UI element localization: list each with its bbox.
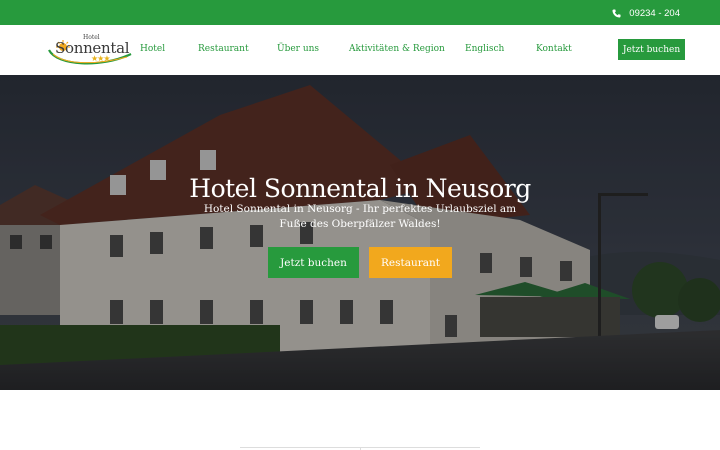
hotel-logo[interactable]: Hotel Sonnental ★★★ (47, 32, 137, 68)
phone-icon (612, 8, 621, 18)
phone-contact[interactable]: 09234 - 204 (612, 6, 680, 20)
book-now-nav-button[interactable]: Jetzt buchen (618, 39, 685, 60)
logo-stars: ★★★ (91, 54, 110, 63)
nav-item-englisch[interactable]: Englisch (465, 44, 504, 54)
hotel-building-photo (0, 75, 720, 390)
top-bar: 09234 - 204 (0, 0, 720, 25)
nav-item-hotel[interactable]: Hotel (140, 44, 165, 54)
nav-item-ueber-uns[interactable]: Über uns (277, 44, 319, 54)
hero-section: Hotel Sonnental in Neusorg Hotel Sonnent… (0, 75, 720, 390)
nav-item-aktivitaeten-region[interactable]: Aktivitäten & Region (349, 44, 445, 54)
hero-title: Hotel Sonnental in Neusorg (189, 174, 531, 203)
hero-subtitle: Hotel Sonnental in Neusorg - Ihr perfekt… (203, 203, 517, 230)
nav-item-kontakt[interactable]: Kontakt (536, 44, 572, 54)
restaurant-hero-button[interactable]: Restaurant (369, 247, 452, 278)
book-now-hero-button[interactable]: Jetzt buchen (268, 247, 359, 278)
content-section (0, 390, 720, 450)
phone-number: 09234 - 204 (629, 7, 680, 19)
nav-item-restaurant[interactable]: Restaurant (198, 44, 249, 54)
main-navbar: Hotel Sonnental ★★★ Hotel Restaurant Übe… (0, 25, 720, 75)
